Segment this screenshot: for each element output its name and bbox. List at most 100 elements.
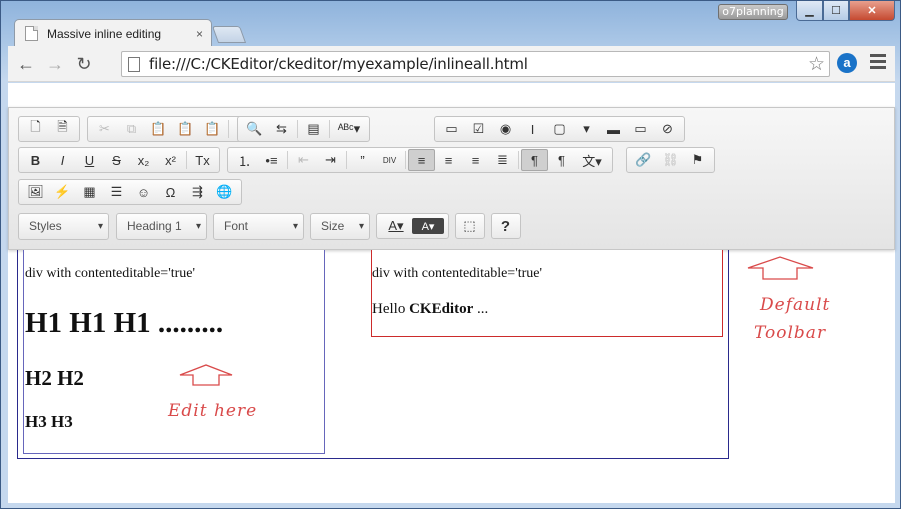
address-bar[interactable]: file:///C:/CKEditor/ckeditor/myexample/i… <box>121 51 830 77</box>
hr-icon[interactable]: ☰ <box>103 181 130 203</box>
textarea-icon[interactable]: ▢ <box>546 118 573 140</box>
removeformat-icon[interactable]: Tx <box>189 149 216 171</box>
up-arrow-edit-icon <box>179 364 233 386</box>
bookmark-star-icon[interactable]: ☆ <box>808 53 825 76</box>
url-text[interactable]: file:///C:/CKEditor/ckeditor/myexample/i… <box>149 55 528 73</box>
align-left-icon[interactable]: ≡ <box>408 149 435 171</box>
editable-div-left[interactable]: div with contenteditable='true' H1 H1 H1… <box>23 250 325 454</box>
justify-icon[interactable]: ≣ <box>489 149 516 171</box>
page-icon[interactable]: 🗋 <box>22 118 49 140</box>
imagebutton-icon[interactable]: ▭ <box>627 118 654 140</box>
hello-paragraph[interactable]: Hello CKEditor ... <box>372 301 488 318</box>
image-icon[interactable]: 🖼 <box>22 181 49 203</box>
select-all-icon[interactable]: ▤ <box>300 118 327 140</box>
paste-icon[interactable]: 📋 <box>145 118 172 140</box>
format-combo[interactable]: Heading 1 <box>116 213 207 240</box>
rtl-icon[interactable]: ¶ <box>548 149 575 171</box>
align-center-icon[interactable]: ≡ <box>435 149 462 171</box>
numbered-list-icon[interactable]: ⒈ <box>231 149 258 171</box>
paste-word-icon[interactable]: 📋 <box>199 118 226 140</box>
unlink-icon[interactable]: ⛓ <box>657 149 684 171</box>
menu-icon[interactable] <box>870 54 886 72</box>
hello-suffix: ... <box>473 301 489 317</box>
spellcheck-icon[interactable]: ᴬᴮᶜ▾ <box>332 118 366 140</box>
button-icon[interactable]: ▬ <box>600 118 627 140</box>
specialchar-icon[interactable]: Ω <box>157 181 184 203</box>
smiley-icon[interactable]: ☺ <box>130 181 157 203</box>
outdent-icon[interactable]: ⇤ <box>290 149 317 171</box>
text-color-icon[interactable]: A▾ <box>380 215 412 237</box>
toolbar-separator <box>287 151 288 169</box>
up-arrow-toolbar-icon <box>747 256 814 280</box>
page-content: 🗋🗎✂⧉📋📋📋↶↷🔍⇆▤ᴬᴮᶜ▾▭☑◉I▢▾▬▭⊘BIUSx₂x²Tx⒈•≡⇤⇥… <box>8 83 895 503</box>
iframe-icon[interactable]: 🌐 <box>211 181 238 203</box>
bulleted-list-icon[interactable]: •≡ <box>258 149 285 171</box>
forward-button[interactable]: → <box>43 52 67 76</box>
maximize-icon[interactable]: ⬚ <box>456 215 483 237</box>
maximize-button[interactable]: ☐ <box>823 1 849 21</box>
heading-1[interactable]: H1 H1 H1 ......... <box>25 307 223 340</box>
align-right-icon[interactable]: ≡ <box>462 149 489 171</box>
strike-icon[interactable]: S <box>103 149 130 171</box>
close-tab-icon[interactable]: × <box>196 27 203 41</box>
checkbox-icon[interactable]: ☑ <box>465 118 492 140</box>
bold-icon[interactable]: B <box>22 149 49 171</box>
background-color-icon[interactable]: A▾ <box>412 218 444 234</box>
styles-combo[interactable]: Styles <box>18 213 109 240</box>
table-icon[interactable]: ▦ <box>76 181 103 203</box>
link-icon[interactable]: 🔗 <box>630 149 657 171</box>
back-button[interactable]: ← <box>14 52 38 76</box>
superscript-icon[interactable]: x² <box>157 149 184 171</box>
paste-text-icon[interactable]: 📋 <box>172 118 199 140</box>
toolbar-separator <box>346 151 347 169</box>
hello-bold: CKEditor <box>409 301 474 317</box>
edit-here-annotation: Edit here <box>168 401 258 421</box>
reload-button[interactable]: ↻ <box>72 52 96 76</box>
minimize-button[interactable]: ▁ <box>796 1 823 21</box>
replace-icon[interactable]: ⇆ <box>268 118 295 140</box>
language-icon[interactable]: 文▾ <box>575 149 609 171</box>
underline-icon[interactable]: U <box>76 149 103 171</box>
find-icon[interactable]: 🔍 <box>241 118 268 140</box>
editable-div-right[interactable]: div with contenteditable='true' Hello CK… <box>371 250 723 337</box>
font-combo[interactable]: Font <box>213 213 304 240</box>
blockquote-icon[interactable]: ” <box>349 149 376 171</box>
size-combo[interactable]: Size <box>310 213 370 240</box>
about-icon[interactable]: ? <box>492 215 519 237</box>
about-group: ? <box>491 213 521 239</box>
document-icon[interactable]: 🗎 <box>49 118 76 140</box>
toolbar-separator <box>228 120 229 138</box>
extension-icon[interactable]: a <box>837 53 857 73</box>
pagebreak-icon[interactable]: ⇶ <box>184 181 211 203</box>
creatediv-icon[interactable]: DIV <box>376 149 403 171</box>
anchor-icon[interactable]: ⚑ <box>684 149 711 171</box>
copy-icon[interactable]: ⧉ <box>118 118 145 140</box>
navigation-bar: ← → ↻ file:///C:/CKEditor/ckeditor/myexa… <box>8 46 895 82</box>
cut-icon[interactable]: ✂ <box>91 118 118 140</box>
radio-icon[interactable]: ◉ <box>492 118 519 140</box>
italic-icon[interactable]: I <box>49 149 76 171</box>
ckeditor-toolbar: 🗋🗎✂⧉📋📋📋↶↷🔍⇆▤ᴬᴮᶜ▾▭☑◉I▢▾▬▭⊘BIUSx₂x²Tx⒈•≡⇤⇥… <box>8 107 895 250</box>
select-icon[interactable]: ▾ <box>573 118 600 140</box>
default-annotation: Default <box>760 295 831 315</box>
toolbar-group: 🗋 🗎 <box>18 116 80 142</box>
toolbar-separator <box>405 151 406 169</box>
user-badge: o7planning <box>718 4 788 20</box>
ltr-icon[interactable]: ¶ <box>521 149 548 171</box>
new-tab-button[interactable] <box>211 26 247 43</box>
maximize-group: ⬚ <box>455 213 485 239</box>
flash-icon[interactable]: ⚡ <box>49 181 76 203</box>
toolbar-group: ▭ ☑ ◉ I ▢ ▾ ▬ ▭ ⊘ <box>434 116 685 142</box>
toolbar-group: 🔗 ⛓ ⚑ <box>626 147 715 173</box>
subscript-icon[interactable]: x₂ <box>130 149 157 171</box>
heading-2[interactable]: H2 H2 <box>25 366 84 391</box>
form-icon[interactable]: ▭ <box>438 118 465 140</box>
tab-active[interactable]: Massive inline editing × <box>14 19 212 47</box>
color-group: A▾ A▾ <box>376 213 449 239</box>
indent-icon[interactable]: ⇥ <box>317 149 344 171</box>
hiddenfield-icon[interactable]: ⊘ <box>654 118 681 140</box>
heading-3[interactable]: H3 H3 <box>25 412 73 432</box>
textfield-icon[interactable]: I <box>519 118 546 140</box>
close-window-button[interactable]: ✕ <box>849 1 895 21</box>
file-page-icon <box>128 57 140 72</box>
